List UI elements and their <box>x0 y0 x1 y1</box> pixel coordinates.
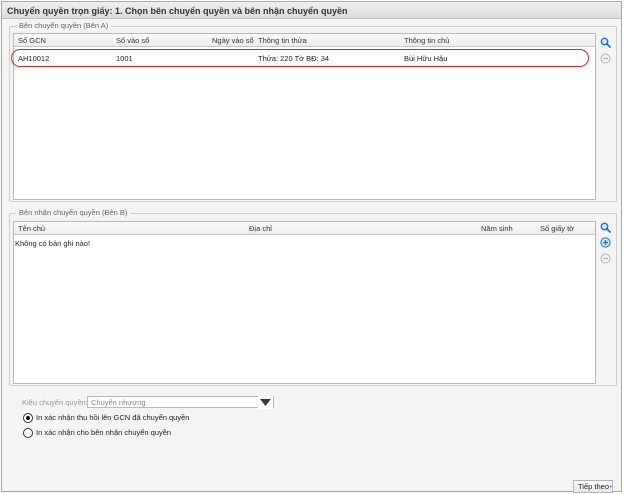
col-so-gcn[interactable]: Số GCN <box>18 36 46 45</box>
col-nam-sinh[interactable]: Năm sinh <box>481 224 513 233</box>
radio-print-receiver[interactable] <box>23 427 33 438</box>
transfer-type-select[interactable]: Chuyển nhượng <box>87 396 274 409</box>
ben-b-add-button[interactable] <box>599 236 611 248</box>
ben-a-search-button[interactable] <box>599 36 611 48</box>
col-thong-tin-chu[interactable]: Thông tin chủ <box>404 36 449 45</box>
ben-b-legend: Bên nhận chuyển quyền (Bên B) <box>16 208 131 217</box>
ben-b-search-button[interactable] <box>599 221 611 233</box>
option-print-revoke-label: In xác nhận thu hồi lên GCN đã chuyển qu… <box>36 413 190 422</box>
option-print-revoke[interactable]: In xác nhận thu hồi lên GCN đã chuyển qu… <box>23 412 189 423</box>
chevron-down-icon <box>260 398 271 406</box>
ben-b-remove-button[interactable] <box>599 252 611 264</box>
radio-print-revoke[interactable] <box>23 412 33 423</box>
next-button-label: Tiếp theo <box>578 482 609 491</box>
col-dia-chi[interactable]: Địa chỉ <box>249 224 272 233</box>
ben-a-legend: Bên chuyển quyền (Bên A) <box>16 21 112 30</box>
ben-a-remove-button[interactable] <box>599 52 611 64</box>
ben-a-grid-header: Số GCN Số vào sổ Ngày vào sổ Thông tin t… <box>14 34 595 47</box>
ben-b-grid-header: Tên chủ Địa chỉ Năm sinh Số giấy tờ <box>14 222 595 235</box>
col-so-giay-to[interactable]: Số giấy tờ <box>540 224 574 233</box>
transfer-type-value: Chuyển nhượng <box>91 398 146 407</box>
remove-circle-icon <box>600 253 610 263</box>
search-icon <box>600 222 611 233</box>
col-thong-tin-thua[interactable]: Thông tin thửa <box>258 36 307 45</box>
option-print-receiver[interactable]: In xác nhận cho bên nhận chuyển quyền <box>23 427 171 438</box>
col-so-vao-so[interactable]: Số vào sổ <box>116 36 149 45</box>
selected-row-highlight <box>11 49 589 67</box>
transfer-type-label: Kiểu chuyển quyền: <box>22 398 88 407</box>
option-print-receiver-label: In xác nhận cho bên nhận chuyển quyền <box>36 428 172 437</box>
col-ngay-vao-so[interactable]: Ngày vào sổ <box>212 36 254 45</box>
transfer-type-dropdown-button[interactable] <box>258 396 273 409</box>
search-icon <box>600 37 611 48</box>
ben-b-grid[interactable]: Tên chủ Địa chỉ Năm sinh Số giấy tờ Khôn… <box>13 221 596 384</box>
add-circle-icon <box>599 236 611 248</box>
empty-message: Không có bản ghi nào! <box>15 239 91 248</box>
arrow-right-icon <box>610 485 612 488</box>
next-button[interactable]: Tiếp theo <box>573 480 613 493</box>
dialog-window: Chuyển quyền trọn giấy: 1. Chọn bên chuy… <box>1 1 622 493</box>
col-ten-chu[interactable]: Tên chủ <box>18 224 45 233</box>
window-title: Chuyển quyền trọn giấy: 1. Chọn bên chuy… <box>2 2 621 19</box>
remove-circle-icon <box>600 53 610 63</box>
